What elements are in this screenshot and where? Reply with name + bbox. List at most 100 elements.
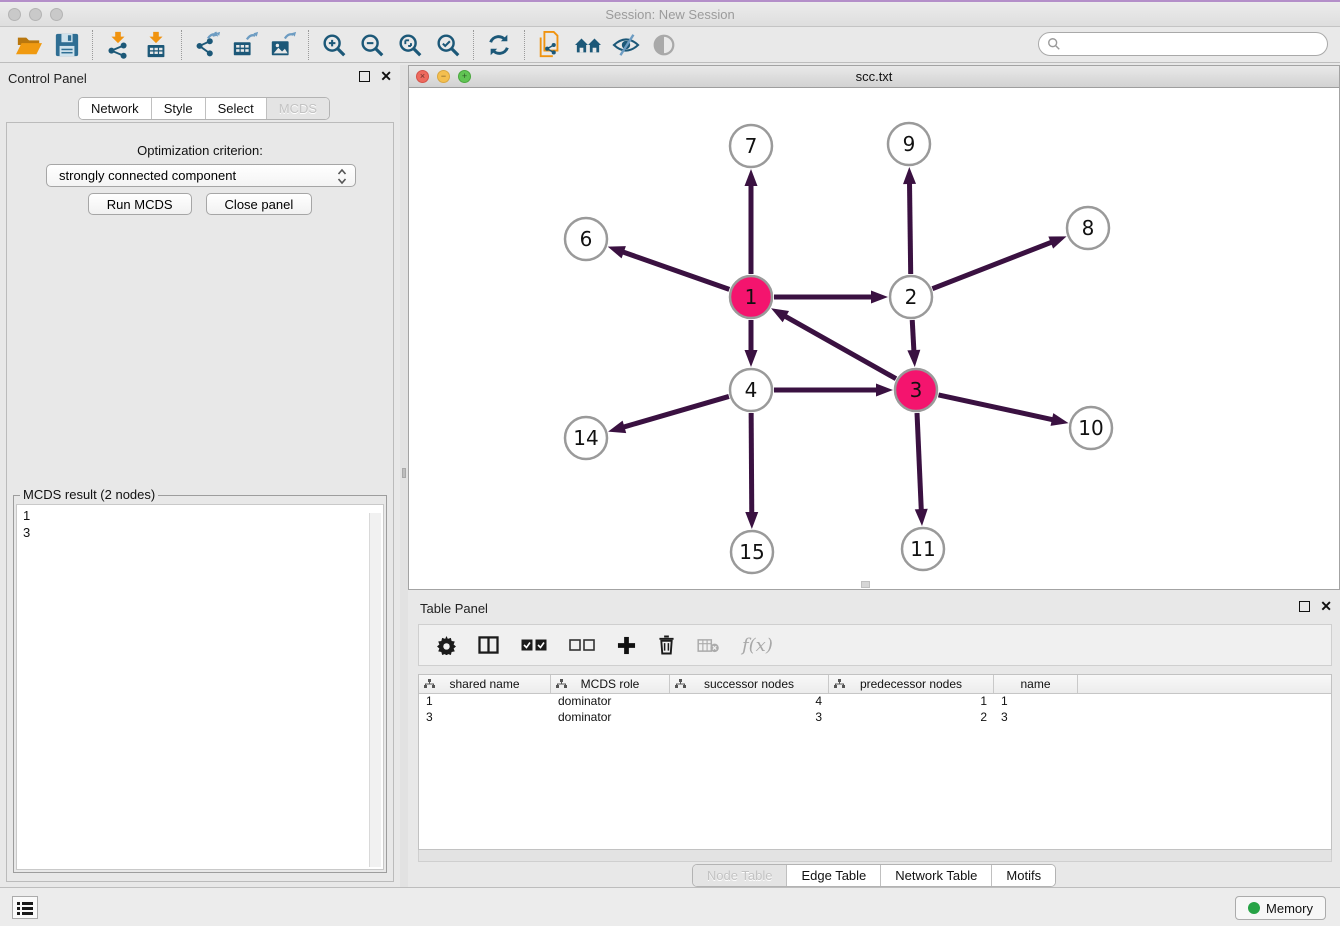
column-header-successor-nodes[interactable]: successor nodes — [670, 675, 829, 693]
graph-edge-2-3[interactable] — [912, 320, 914, 353]
zoom-in-button[interactable] — [315, 29, 353, 61]
table-cell[interactable]: dominator — [551, 710, 670, 726]
export-table-button[interactable] — [226, 29, 264, 61]
close-panel-icon[interactable]: ✕ — [380, 71, 392, 82]
toolbar-separator — [308, 30, 309, 60]
table-cell[interactable]: 3 — [419, 710, 551, 726]
column-header-shared-name[interactable]: shared name — [419, 675, 551, 693]
gear-icon — [437, 636, 456, 655]
zoom-out-button[interactable] — [353, 29, 391, 61]
column-header-predecessor-nodes[interactable]: predecessor nodes — [829, 675, 994, 693]
import-network-button[interactable] — [99, 29, 137, 61]
open-session-button[interactable] — [10, 29, 48, 61]
panel-splitter[interactable] — [400, 65, 408, 887]
delete-column-button[interactable] — [658, 635, 675, 655]
window-titlebar: Session: New Session — [0, 2, 1340, 27]
canvas-scrollbar-thumb[interactable] — [861, 581, 870, 588]
table-cell[interactable]: 2 — [829, 710, 994, 726]
splitter-grip[interactable] — [402, 468, 406, 478]
application-window: Session: New Session — [0, 0, 1340, 926]
task-history-button[interactable] — [12, 896, 38, 919]
unselect-all-columns-button[interactable] — [569, 639, 595, 651]
optimization-criterion-select[interactable]: strongly connected component — [46, 164, 356, 187]
node-table[interactable]: shared name MCDS role successor nodes pr… — [418, 674, 1332, 850]
network-graph[interactable]: 7968124314101511 — [409, 88, 1339, 589]
float-table-panel-icon[interactable] — [1299, 601, 1310, 612]
table-rows[interactable]: 1dominator4113dominator323 — [419, 694, 1331, 726]
function-builder-button[interactable]: f(x) — [742, 635, 773, 656]
table-row[interactable]: 1dominator411 — [419, 694, 1331, 710]
table-panel-title: Table Panel — [420, 601, 488, 616]
tab-select[interactable]: Select — [206, 98, 267, 119]
network-window-titlebar[interactable]: × − + scc.txt — [409, 66, 1339, 88]
column-header-mcds-role[interactable]: MCDS role — [551, 675, 670, 693]
graph-edge-1-6[interactable] — [621, 251, 729, 289]
graph-edge-arrow — [608, 421, 626, 433]
graph-edge-arrow — [1051, 413, 1069, 426]
table-cell[interactable]: 3 — [670, 710, 829, 726]
close-table-panel-icon[interactable]: ✕ — [1320, 601, 1332, 612]
delete-table-button[interactable] — [697, 638, 720, 653]
float-panel-icon[interactable] — [359, 71, 370, 82]
export-network-button[interactable] — [188, 29, 226, 61]
tab-edge-table[interactable]: Edge Table — [787, 865, 881, 886]
search-input[interactable] — [1066, 37, 1327, 52]
graph-edge-4-14[interactable] — [622, 396, 729, 427]
graph-edge-arrow — [771, 308, 789, 322]
refresh-view-button[interactable] — [480, 29, 518, 61]
network-canvas[interactable]: 7968124314101511 — [409, 88, 1339, 589]
table-row[interactable]: 3dominator323 — [419, 710, 1331, 726]
graph-node-label: 15 — [739, 540, 764, 564]
graph-edge-3-10[interactable] — [938, 395, 1054, 420]
split-view-button[interactable] — [478, 636, 499, 654]
table-cell[interactable]: 4 — [670, 694, 829, 710]
tab-network-table[interactable]: Network Table — [881, 865, 992, 886]
export-image-button[interactable] — [264, 29, 302, 61]
memory-button[interactable]: Memory — [1235, 896, 1326, 920]
tab-style[interactable]: Style — [152, 98, 206, 119]
table-cell[interactable]: 1 — [994, 694, 1078, 710]
run-mcds-button[interactable]: Run MCDS — [88, 193, 192, 215]
graph-edge-3-1[interactable] — [783, 315, 896, 379]
tab-motifs[interactable]: Motifs — [992, 865, 1055, 886]
select-all-columns-button[interactable] — [521, 639, 547, 651]
graph-node-label: 14 — [573, 426, 598, 450]
zoom-selected-button[interactable] — [429, 29, 467, 61]
search-field[interactable] — [1038, 32, 1328, 56]
home-button[interactable] — [569, 29, 607, 61]
table-cell[interactable]: 1 — [419, 694, 551, 710]
window-title: Session: New Session — [0, 7, 1340, 22]
zoom-selected-icon — [434, 31, 462, 59]
mcds-panel-content: Optimization criterion: strongly connect… — [6, 122, 394, 882]
table-cell[interactable]: 3 — [994, 710, 1078, 726]
graph-edge-2-8[interactable] — [932, 241, 1053, 288]
result-scrollbar[interactable] — [369, 513, 381, 867]
control-panel-tabs: Network Style Select MCDS — [78, 97, 330, 120]
graph-edge-3-11[interactable] — [917, 413, 921, 512]
clone-network-button[interactable] — [531, 29, 569, 61]
tab-network[interactable]: Network — [79, 98, 152, 119]
save-session-button[interactable] — [48, 29, 86, 61]
table-toolbar: f(x) — [418, 624, 1332, 666]
mcds-result-line: 3 — [23, 524, 377, 541]
show-panel-button[interactable] — [645, 29, 683, 61]
tab-node-table[interactable]: Node Table — [693, 865, 788, 886]
graph-node-label: 10 — [1078, 416, 1103, 440]
graph-edge-arrow — [876, 384, 893, 397]
eye-disabled-icon — [651, 32, 677, 58]
zoom-fit-button[interactable] — [391, 29, 429, 61]
column-header-name[interactable]: name — [994, 675, 1078, 693]
hide-panel-button[interactable] — [607, 29, 645, 61]
add-column-button[interactable] — [617, 636, 636, 655]
graph-edge-2-9[interactable] — [909, 181, 910, 274]
table-cell[interactable]: dominator — [551, 694, 670, 710]
mcds-result-title: MCDS result (2 nodes) — [20, 487, 158, 502]
table-settings-button[interactable] — [437, 636, 456, 655]
table-hscrollbar[interactable] — [418, 850, 1332, 862]
graph-edge-4-15[interactable] — [751, 413, 752, 515]
import-table-button[interactable] — [137, 29, 175, 61]
close-panel-button[interactable]: Close panel — [206, 193, 313, 215]
mcds-result-list[interactable]: 1 3 — [16, 504, 384, 870]
tab-mcds[interactable]: MCDS — [267, 98, 329, 119]
table-cell[interactable]: 1 — [829, 694, 994, 710]
